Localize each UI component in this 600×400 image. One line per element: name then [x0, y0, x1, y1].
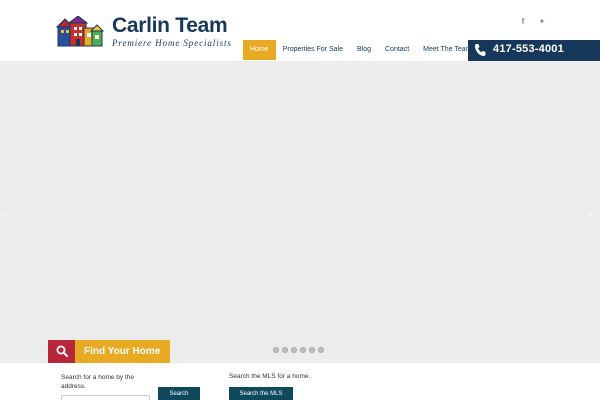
slider-dot[interactable]	[309, 347, 315, 353]
nav-item-properties-for-sale[interactable]: Properties For Sale	[276, 40, 350, 60]
facebook-icon[interactable]: f	[518, 17, 528, 26]
nav-item-blog[interactable]: Blog	[350, 40, 378, 60]
twitter-icon[interactable]: ✦	[537, 17, 547, 26]
search-button[interactable]: Search	[158, 387, 200, 400]
slider-pagination	[273, 347, 324, 353]
logo[interactable]: Carlin Team Premiere Home Specialists	[56, 14, 231, 50]
phone-banner[interactable]: 417-553-4001	[468, 40, 600, 61]
houses-logo-icon	[56, 16, 104, 47]
phone-number: 417-553-4001	[493, 43, 564, 55]
slider-next-arrow-icon[interactable]: ›	[589, 209, 592, 219]
slider-dot[interactable]	[282, 347, 288, 353]
search-icon	[56, 345, 68, 357]
slider-dot[interactable]	[318, 347, 324, 353]
site-header: Carlin Team Premiere Home Specialists f …	[0, 0, 600, 61]
mls-search-text: Search the MLS for a home.	[229, 373, 311, 380]
search-mls-button[interactable]: Search the MLS	[229, 387, 293, 400]
logo-tagline: Premiere Home Specialists	[112, 38, 232, 48]
search-panel: Search for a home by the address. Search…	[48, 363, 553, 400]
slider-dot[interactable]	[300, 347, 306, 353]
slider-dot[interactable]	[273, 347, 279, 353]
nav-item-contact[interactable]: Contact	[378, 40, 416, 60]
find-icon-box	[48, 340, 75, 363]
find-your-home-tab[interactable]: Find Your Home	[48, 340, 170, 363]
address-search-input[interactable]	[61, 395, 150, 400]
find-your-home-label: Find Your Home	[75, 340, 170, 363]
nav-item-home[interactable]: Home	[243, 40, 276, 60]
main-nav: Home Properties For Sale Blog Contact Me…	[243, 40, 479, 60]
phone-icon	[475, 44, 486, 56]
slider-prev-arrow-icon[interactable]: ‹	[4, 209, 7, 219]
slider-dot[interactable]	[291, 347, 297, 353]
logo-title: Carlin Team	[112, 14, 228, 37]
address-search-text: Search for a home by the address.	[61, 374, 134, 390]
hero-slider: ‹ ›	[0, 61, 600, 363]
